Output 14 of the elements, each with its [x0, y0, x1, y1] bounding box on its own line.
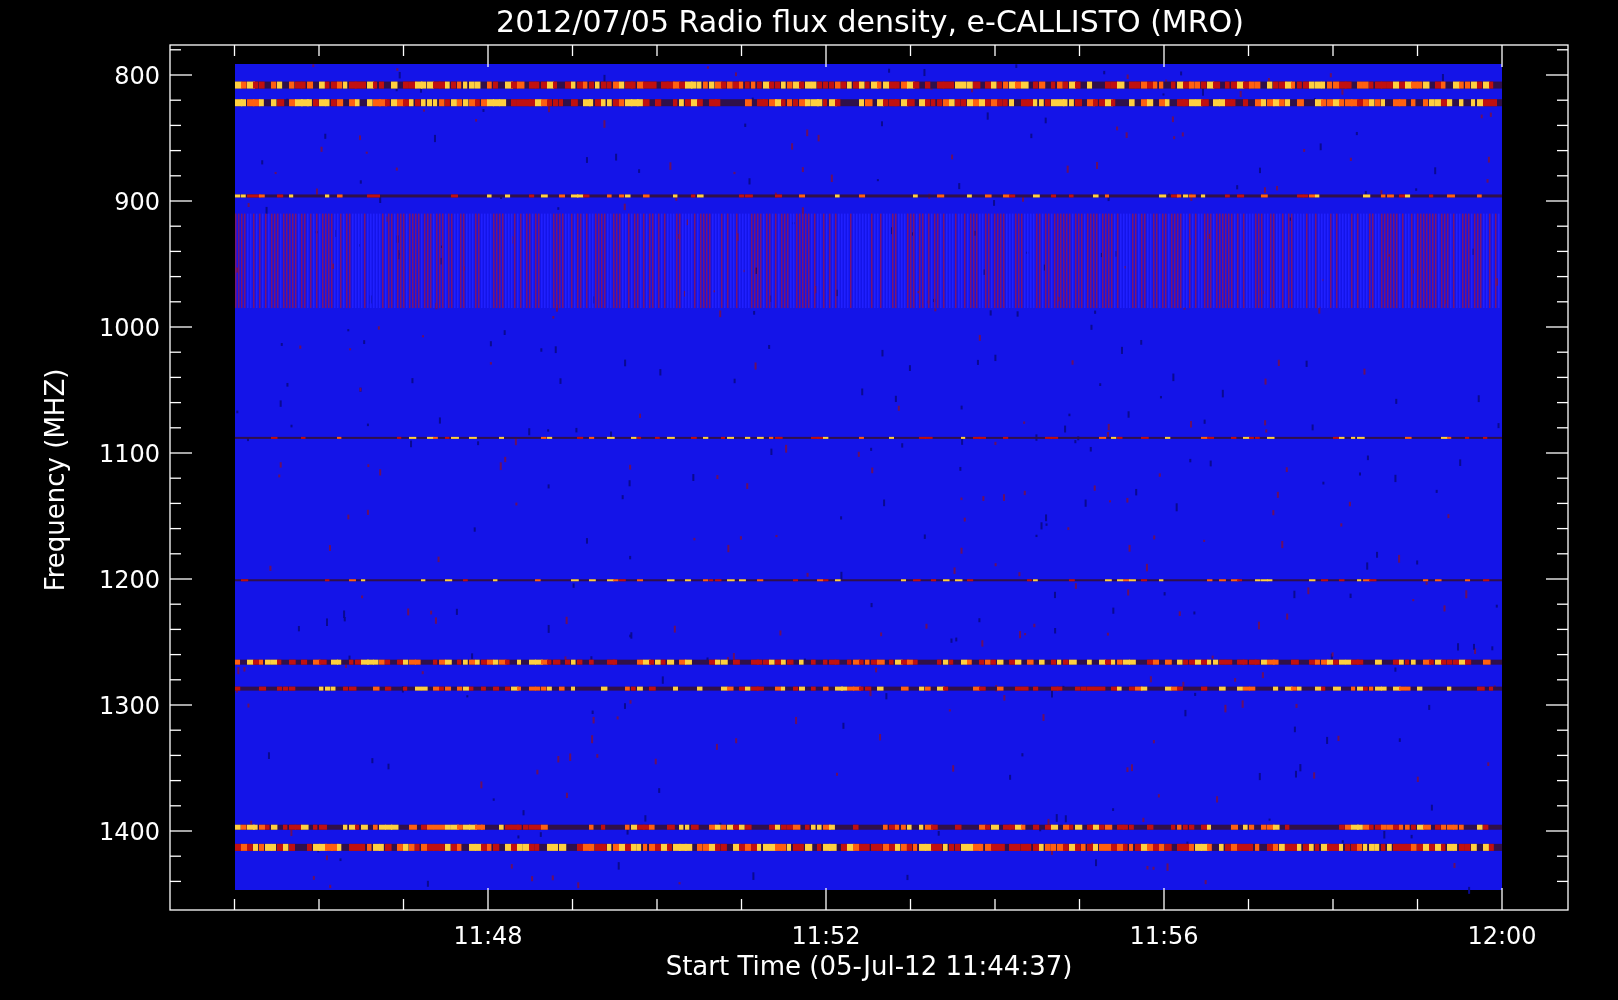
x-tick-label: 11:56 — [1129, 922, 1199, 950]
x-axis-label: Start Time (05-Jul-12 11:44:37) — [665, 951, 1073, 981]
x-tick-label: 12:00 — [1467, 922, 1537, 950]
y-tick-label: 1000 — [98, 314, 160, 342]
y-tick-label: 1400 — [98, 818, 160, 846]
y-tick-label: 900 — [114, 188, 160, 216]
y-tick-label: 1100 — [98, 440, 160, 468]
y-tick-label: 1300 — [98, 692, 160, 720]
x-tick-label: 11:52 — [791, 922, 861, 950]
y-tick-label: 800 — [114, 62, 160, 90]
x-tick-label: 11:48 — [453, 922, 523, 950]
y-axis-label: Frequency (MHZ) — [40, 368, 70, 592]
chart-title: 2012/07/05 Radio flux density, e-CALLISTO (MRO) — [496, 4, 1244, 39]
y-tick-label: 1200 — [98, 566, 160, 594]
